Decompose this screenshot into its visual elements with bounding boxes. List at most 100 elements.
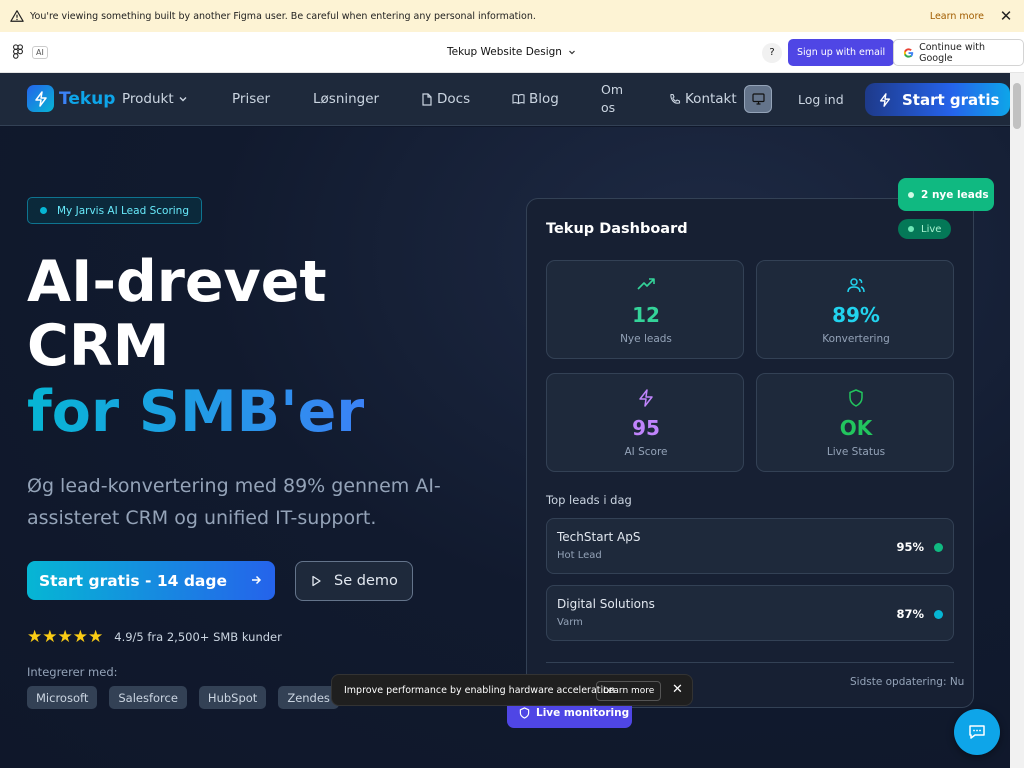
nav-blog-label: Blog (529, 91, 559, 107)
scrollbar-thumb[interactable] (1013, 83, 1021, 129)
dashboard-title: Tekup Dashboard (546, 221, 688, 237)
hero-subtitle: Øg lead-konvertering med 89% gennem AI-a… (27, 475, 441, 529)
stat-card-nye-leads: 12 Nye leads (546, 260, 744, 359)
nav-docs-label: Docs (437, 91, 471, 107)
star-icon: ★ (42, 627, 58, 647)
warning-icon (10, 10, 24, 22)
integration-chip-zendesk: Zendes (278, 686, 339, 709)
integration-chip-microsoft: Microsoft (27, 686, 98, 709)
lead-status-dot (934, 543, 943, 552)
chat-bubble-icon (969, 725, 985, 739)
star-icon: ★ (27, 627, 43, 647)
google-icon (903, 47, 914, 58)
monitor-toggle-button[interactable] (744, 85, 772, 113)
stat-label: Nye leads (620, 333, 672, 345)
logo-letter-t: T (59, 89, 69, 109)
nav-item-kontakt[interactable]: Kontakt (669, 91, 737, 107)
rating-text: 4.9/5 fra 2,500+ SMB kunder (114, 629, 282, 644)
warning-text: You're viewing something built by anothe… (30, 10, 536, 22)
nav-item-docs[interactable]: Docs (421, 91, 470, 107)
continue-google-button[interactable]: Continue with Google (893, 39, 1024, 66)
trending-up-icon (637, 278, 655, 290)
chevron-down-icon (569, 50, 575, 55)
monitor-icon (751, 93, 765, 105)
toast-learn-more-button[interactable]: Learn more (596, 681, 662, 701)
lead-name: Digital Solutions (557, 597, 655, 611)
lead-row-techstart[interactable]: TechStart ApS Hot Lead 95% (546, 518, 954, 574)
new-leads-badge[interactable]: 2 nye leads (898, 178, 994, 211)
ai-badge[interactable]: AI (32, 45, 48, 59)
stat-value: 12 (632, 303, 660, 327)
cta-secondary-label: Se demo (334, 573, 398, 589)
users-icon (847, 278, 865, 293)
nav-produkt-label: Produkt (122, 91, 174, 107)
hero-title-line2: CRM (27, 313, 170, 379)
sign-up-email-button[interactable]: Sign up with email (788, 39, 895, 66)
nav-start-gratis-button[interactable]: Start gratis (865, 83, 1010, 116)
shield-icon (849, 389, 863, 407)
cta-primary-label: Start gratis - 14 dage (39, 571, 227, 590)
nav-item-produkt[interactable]: Produkt (122, 91, 188, 107)
nav-kontakt-label: Kontakt (685, 91, 737, 107)
hero-title-line3: for SMB'er (27, 379, 365, 445)
stat-card-ai-score: 95 AI Score (546, 373, 744, 472)
banner-learn-more-link[interactable]: Learn more (930, 11, 984, 22)
help-button[interactable]: ? (762, 43, 782, 63)
integrations-label: Integrerer med: (27, 665, 118, 679)
new-leads-label: 2 nye leads (921, 188, 989, 201)
book-icon (512, 94, 525, 105)
nav-item-priser[interactable]: Priser (232, 91, 270, 107)
nav-start-gratis-label: Start gratis (902, 90, 1000, 109)
lightning-icon (879, 92, 891, 107)
integrations-list: Microsoft Salesforce HubSpot Zendes (27, 686, 339, 709)
live-monitoring-label: Live monitoring (536, 707, 630, 719)
document-icon (422, 92, 432, 106)
arrow-right-icon (252, 575, 262, 585)
tekup-logo-text[interactable]: Tekup (59, 89, 115, 109)
new-leads-dot (908, 191, 914, 198)
hero-title-line1: AI-drevet (27, 249, 327, 315)
lead-row-digital-solutions[interactable]: Digital Solutions Varm 87% (546, 585, 954, 641)
nav-item-om-os[interactable]: Om os (601, 81, 631, 117)
lead-name: TechStart ApS (557, 530, 641, 544)
login-link[interactable]: Log ind (798, 92, 844, 107)
nav-item-blog[interactable]: Blog (512, 91, 559, 107)
stat-value: 89% (832, 303, 880, 327)
lead-score: 87% (896, 607, 924, 621)
stat-label: Konvertering (822, 333, 890, 345)
star-icon: ★ (57, 627, 73, 647)
figma-toolbar: AI Tekup Website Design ? Sign up with e… (0, 32, 1024, 73)
site-navbar: Tekup Produkt Priser Løsninger Docs Blog… (0, 73, 1010, 126)
toast-text: Improve performance by enabling hardware… (344, 684, 615, 696)
figma-logo-icon[interactable] (12, 44, 24, 60)
live-badge: Live (898, 219, 952, 239)
start-gratis-14-dage-button[interactable]: Start gratis - 14 dage (27, 561, 275, 600)
stat-label: AI Score (624, 446, 668, 458)
nav-item-losninger[interactable]: Løsninger (313, 91, 379, 107)
stat-value: 95 (632, 416, 660, 440)
star-icon: ★ (88, 627, 104, 647)
file-title-dropdown[interactable]: Tekup Website Design (447, 46, 576, 58)
chevron-down-icon (179, 97, 187, 102)
stat-value: OK (839, 416, 873, 440)
integration-chip-hubspot: HubSpot (198, 686, 267, 709)
badge-text: My Jarvis AI Lead Scoring (57, 204, 189, 217)
live-dot (908, 226, 914, 232)
rating-stars: ★★★★★ (27, 627, 103, 646)
lightning-icon (34, 90, 47, 107)
dashboard-divider (546, 662, 954, 663)
close-icon[interactable]: ✕ (998, 8, 1014, 24)
tekup-logo-icon[interactable] (27, 85, 54, 112)
stat-card-konvertering: 89% Konvertering (756, 260, 954, 359)
se-demo-button[interactable]: Se demo (295, 561, 413, 601)
stat-card-live-status: OK Live Status (756, 373, 954, 472)
rating-row: ★★★★★ 4.9/5 fra 2,500+ SMB kunder (27, 627, 282, 646)
top-leads-heading: Top leads i dag (546, 493, 632, 507)
chat-button[interactable] (954, 709, 1000, 755)
lead-score: 95% (896, 540, 924, 554)
phone-icon (670, 93, 681, 104)
star-icon: ★ (72, 627, 88, 647)
page-scrollbar[interactable] (1010, 73, 1024, 768)
shield-icon (519, 707, 530, 719)
close-icon[interactable]: ✕ (672, 682, 683, 697)
